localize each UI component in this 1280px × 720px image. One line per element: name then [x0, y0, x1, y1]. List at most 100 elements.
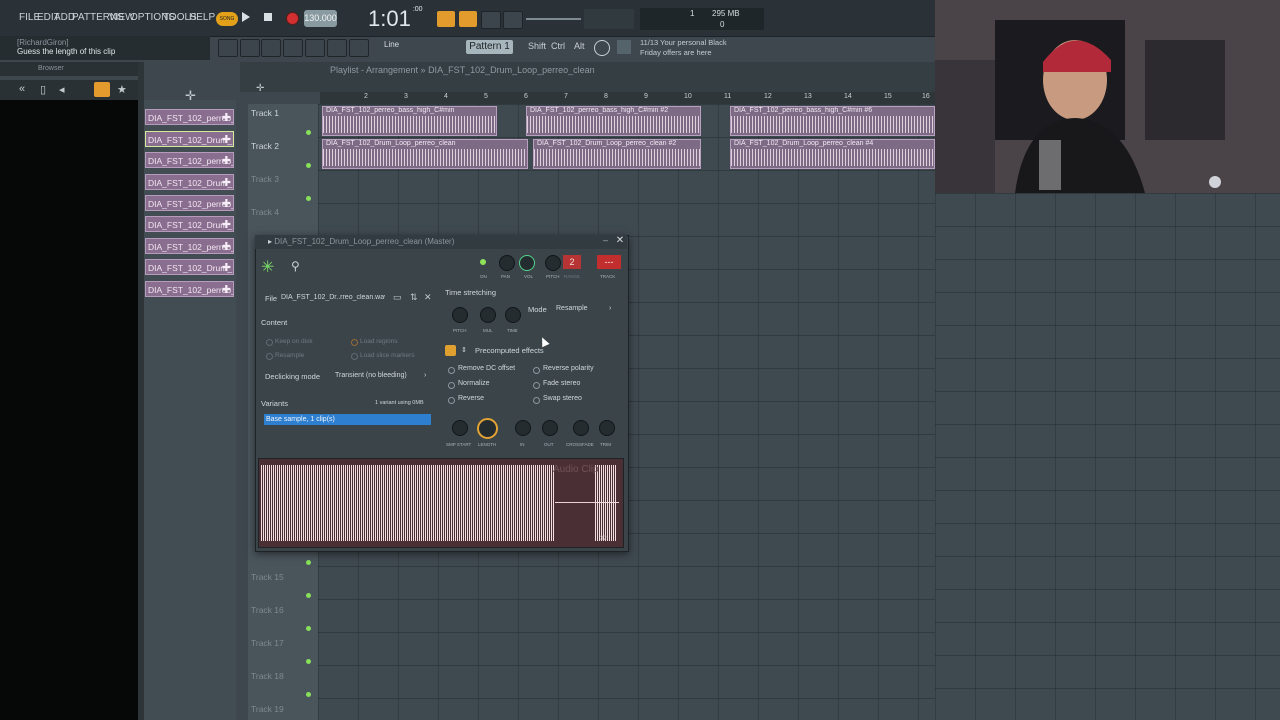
remove-dc-radio[interactable] [448, 367, 455, 374]
news-panel[interactable]: 11/13 Your personal Black Friday offers … [640, 38, 727, 58]
picker-item[interactable]: DIA_FST_102_Drum_ ✚ [145, 131, 234, 147]
track-2-led[interactable] [306, 163, 311, 168]
picker-item[interactable]: DIA_FST_102_Drum_ ✚ [145, 174, 234, 190]
track-16-label[interactable]: Track 16 [251, 605, 284, 615]
close-icon[interactable]: ✕ [614, 235, 626, 247]
range-value[interactable]: 2 [563, 255, 581, 269]
piano-roll-icon[interactable] [240, 39, 260, 57]
picker-item[interactable]: DIA_FST_102_perreo_ ✚ [145, 152, 234, 168]
online-icon[interactable] [594, 40, 610, 56]
browser-toggle-icon[interactable] [327, 39, 347, 57]
audio-clip[interactable]: DIA_FST_102_perreo_bass_high_C#min #6 [730, 106, 935, 136]
audio-clip[interactable]: DIA_FST_102_Drum_Loop_perreo_clean #2 [533, 139, 701, 169]
plugin-wave-icon[interactable]: ✳ [261, 257, 274, 277]
track-18-label[interactable]: Track 18 [251, 671, 284, 681]
track-17-led[interactable] [306, 626, 311, 631]
declicking-select[interactable]: Transient (no bleeding) [335, 372, 407, 379]
crossfade-knob[interactable] [573, 420, 589, 436]
mixer-icon[interactable] [283, 39, 303, 57]
audio-clip[interactable]: DIA_FST_102_Drum_Loop_perreo_clean [322, 139, 528, 169]
normalize-radio[interactable] [448, 382, 455, 389]
snap-select[interactable]: Line [384, 40, 399, 49]
browser-tag-icon[interactable] [94, 82, 110, 97]
file-name[interactable]: DIA_FST_102_Dr..rreo_clean.wav [281, 294, 385, 301]
track-4-label[interactable]: Track 4 [251, 207, 279, 217]
browser-speaker-icon[interactable]: ◂ [59, 83, 65, 96]
picker-item[interactable]: DIA_FST_102_perreo_ ✚ [145, 281, 234, 297]
fade-stereo-radio[interactable] [533, 382, 540, 389]
timeline-ruler[interactable] [320, 92, 935, 104]
audio-clip[interactable]: DIA_FST_102_perreo_bass_high_C#min #2 [526, 106, 701, 136]
audio-clip[interactable]: DIA_FST_102_Drum_Loop_perreo_clean #4 [730, 139, 935, 169]
record-icon[interactable] [286, 12, 299, 25]
add-icon[interactable]: ✚ [222, 110, 231, 124]
add-icon[interactable]: ✚ [222, 132, 231, 146]
plugin-icon[interactable] [305, 39, 325, 57]
picker-item[interactable]: DIA_FST_102_perreo_ ✚ [145, 238, 234, 254]
audio-clip[interactable]: DIA_FST_102_perreo_bass_high_C#min [322, 106, 497, 136]
tempo-display[interactable]: 130.000 [304, 10, 337, 27]
master-pitch-slider[interactable] [526, 18, 581, 20]
track-19-led[interactable] [306, 692, 311, 697]
shift-key[interactable]: Shift [528, 41, 546, 51]
folder-icon[interactable]: ▭ [393, 292, 402, 303]
reverse-polarity-radio[interactable] [533, 367, 540, 374]
track-3-label[interactable]: Track 3 [251, 174, 279, 184]
browser-file-icon[interactable]: ▯ [40, 83, 46, 96]
length-knob[interactable] [477, 418, 498, 439]
resample-radio[interactable] [266, 353, 273, 360]
play-icon[interactable] [242, 12, 250, 22]
add-icon[interactable]: ✚ [222, 196, 231, 210]
add-icon[interactable]: ✚ [222, 282, 231, 296]
minimize-icon[interactable]: – [603, 235, 608, 245]
playlist-grid-right[interactable] [935, 193, 1280, 720]
sort-icon[interactable]: ⇕ [461, 346, 467, 354]
stop-icon[interactable] [264, 13, 272, 21]
mode-select[interactable]: Resample [556, 305, 588, 312]
channel-on-led[interactable] [480, 259, 486, 265]
pattern-selector[interactable]: Pattern 1 [466, 40, 513, 54]
menu-help[interactable]: HELP [189, 12, 215, 23]
remove-file-icon[interactable]: ✕ [424, 292, 432, 303]
track-2-label[interactable]: Track 2 [251, 141, 279, 151]
track-15-label[interactable]: Track 15 [251, 572, 284, 582]
wait-record-icon[interactable] [459, 11, 477, 27]
track-1-label[interactable]: Track 1 [251, 108, 279, 118]
in-knob[interactable] [515, 420, 531, 436]
add-icon[interactable]: ✚ [222, 217, 231, 231]
mixer-track-button[interactable]: --- [597, 255, 621, 269]
swap-stereo-radio[interactable] [533, 397, 540, 404]
step-edit-icon[interactable] [503, 11, 523, 29]
ts-mul-knob[interactable] [480, 307, 496, 323]
load-slice-markers-radio[interactable] [351, 353, 358, 360]
microphone-icon[interactable] [349, 39, 369, 57]
add-icon[interactable]: ✚ [222, 175, 231, 189]
add-icon[interactable]: ✚ [222, 260, 231, 274]
browser-panel[interactable] [0, 100, 138, 720]
chevron-right-icon[interactable]: › [424, 372, 426, 379]
playlist-move-icon[interactable]: ✛ [256, 83, 264, 94]
out-knob[interactable] [542, 420, 558, 436]
load-regions-radio[interactable] [351, 339, 358, 346]
swap-icon[interactable]: ⇅ [410, 292, 418, 303]
news-icon[interactable] [617, 40, 631, 54]
volume-knob[interactable] [519, 255, 535, 271]
variant-item[interactable]: Base sample, 1 clip(s) [264, 414, 431, 425]
add-icon[interactable]: ✚ [222, 153, 231, 167]
ts-pitch-knob[interactable] [452, 307, 468, 323]
pan-knob[interactable] [499, 255, 515, 271]
picker-item[interactable]: DIA_FST_102_Drum_ ✚ [145, 259, 234, 275]
reverse-radio[interactable] [448, 397, 455, 404]
picker-item[interactable]: DIA_FST_102_perreo_ ✚ [145, 109, 234, 125]
pitch-knob[interactable] [545, 255, 561, 271]
picker-item[interactable]: DIA_FST_102_Drum_ ✚ [145, 216, 234, 232]
chevron-right-icon[interactable]: › [609, 305, 611, 312]
track-1-led[interactable] [306, 130, 311, 135]
track-19-label[interactable]: Track 19 [251, 704, 284, 714]
wrench-icon[interactable]: ⚲ [291, 259, 300, 273]
picker-item[interactable]: DIA_FST_102_perreo_ ✚ [145, 195, 234, 211]
track-16-led[interactable] [306, 593, 311, 598]
sample-start-knob[interactable] [452, 420, 468, 436]
precomputed-wrench-icon[interactable] [445, 345, 456, 356]
keep-on-disk-radio[interactable] [266, 339, 273, 346]
